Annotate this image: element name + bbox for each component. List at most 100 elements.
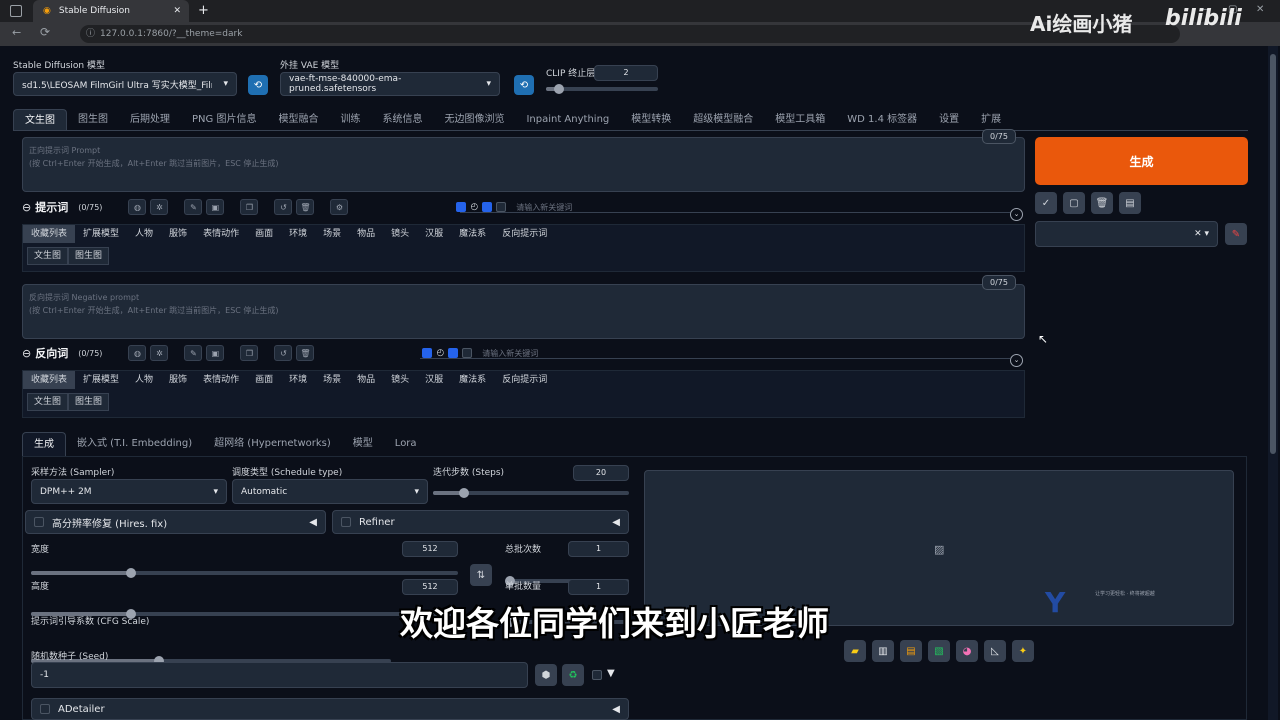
category-tab[interactable]: 表情动作	[195, 371, 247, 389]
main-tab[interactable]: 模型工具箱	[764, 109, 836, 131]
styles-select[interactable]: ✕ ▾	[1035, 221, 1218, 247]
send-to-img2img-icon[interactable]: ▧	[928, 640, 950, 662]
category-tab[interactable]: 扩展模型	[75, 225, 127, 243]
main-tab[interactable]: 无边图像浏览	[433, 109, 515, 131]
seed-input[interactable]: -1	[31, 662, 528, 688]
history-icon[interactable]: ↺	[274, 199, 293, 215]
trash-icon[interactable]: 🗑	[1091, 192, 1113, 214]
clip-slider-thumb[interactable]	[554, 84, 564, 94]
edit-icon[interactable]: ✎	[184, 199, 203, 215]
main-tab[interactable]: 超级模型融合	[682, 109, 764, 131]
option-checkbox-2[interactable]	[496, 202, 507, 212]
brush-icon[interactable]: ✎	[1225, 223, 1247, 245]
check-icon[interactable]: ✓	[1035, 192, 1057, 214]
main-tab[interactable]: 模型转换	[620, 109, 682, 131]
extra-seed-checkbox[interactable]	[592, 670, 602, 680]
main-tab[interactable]: WD 1.4 标签器	[836, 109, 928, 131]
generation-tab[interactable]: 生成	[22, 431, 66, 457]
expand-icon[interactable]: ⌄	[1010, 354, 1023, 367]
collapse-icon[interactable]: ⊖	[22, 201, 31, 214]
category-tab[interactable]: 环境	[281, 225, 315, 243]
vae-select[interactable]: vae-ft-mse-840000-ema-pruned.safetensors…	[280, 72, 500, 96]
tab-menu-icon[interactable]	[10, 5, 22, 17]
clip-input[interactable]: 2	[594, 65, 658, 81]
category-tab[interactable]: 场景	[315, 225, 349, 243]
enable-checkbox[interactable]	[422, 348, 433, 358]
category-tab[interactable]: 物品	[349, 371, 383, 389]
category-tab[interactable]: 物品	[349, 225, 383, 243]
category-tab[interactable]: 汉服	[417, 371, 451, 389]
keyword-input[interactable]: 请输入新关键词	[482, 348, 538, 359]
main-tab[interactable]: 模型融合	[267, 109, 329, 131]
category-tab[interactable]: 服饰	[161, 225, 195, 243]
collapse-arrow-icon[interactable]: ◀	[612, 517, 620, 528]
collapse-arrow-icon[interactable]: ◀	[309, 517, 317, 528]
generation-tab[interactable]: 嵌入式 (T.I. Embedding)	[66, 432, 203, 456]
adetailer-checkbox[interactable]	[40, 704, 50, 714]
edit-icon[interactable]: ✎	[184, 345, 203, 361]
main-tab[interactable]: 系统信息	[371, 109, 433, 131]
width-slider-thumb[interactable]	[126, 568, 136, 578]
clock-icon[interactable]: ◴	[470, 202, 478, 212]
clip-slider[interactable]	[546, 84, 658, 94]
refresh-model-button[interactable]: ⟲	[248, 75, 268, 95]
model-select[interactable]: sd1.5\LEOSAM FilmGirl Ultra 写实大模型_FilmG …	[13, 72, 237, 96]
swap-dimensions-button[interactable]: ⇅	[470, 564, 492, 586]
trash-icon[interactable]: 🗑	[296, 199, 315, 215]
clipboard-icon[interactable]: ▢	[1063, 192, 1085, 214]
subtab[interactable]: 文生图	[27, 393, 69, 411]
generation-tab[interactable]: Lora	[384, 432, 428, 456]
generate-button[interactable]: 生成	[1035, 137, 1248, 185]
translate-icon[interactable]: ◍	[128, 199, 147, 215]
copy-icon[interactable]: ❐	[240, 345, 259, 361]
option-checkbox-2[interactable]	[462, 348, 473, 358]
clear-icon[interactable]: ✕ ▾	[1194, 229, 1209, 239]
gear-icon[interactable]: ⚙	[330, 199, 349, 215]
reload-icon[interactable]: ⟳	[40, 25, 50, 39]
extra-seed-arrow-icon[interactable]: ▼	[607, 668, 615, 679]
save-icon[interactable]: ▣	[206, 345, 225, 361]
height-input[interactable]: 512	[402, 579, 458, 595]
clock-icon[interactable]: ◴	[436, 348, 444, 358]
back-icon[interactable]: ←	[12, 26, 21, 39]
keyword-input[interactable]: 请输入新关键词	[516, 202, 572, 213]
category-tab[interactable]: 人物	[127, 371, 161, 389]
category-tab[interactable]: 扩展模型	[75, 371, 127, 389]
settings-icon[interactable]: ✲	[150, 199, 169, 215]
category-tab[interactable]: 人物	[127, 225, 161, 243]
refresh-vae-button[interactable]: ⟲	[514, 75, 534, 95]
hires-checkbox[interactable]	[34, 517, 44, 527]
category-tab[interactable]: 镜头	[383, 371, 417, 389]
category-tab[interactable]: 收藏列表	[23, 225, 76, 243]
site-info-icon[interactable]: ⓘ	[86, 25, 95, 43]
send-to-extras-icon[interactable]: ◺	[984, 640, 1006, 662]
history-icon[interactable]: ↺	[274, 345, 293, 361]
batch-size-input[interactable]: 1	[568, 579, 629, 595]
option-checkbox[interactable]	[482, 202, 493, 212]
main-tab[interactable]: 图生图	[67, 109, 119, 131]
trash-icon[interactable]: 🗑	[296, 345, 315, 361]
generation-tab[interactable]: 超网络 (Hypernetworks)	[203, 432, 342, 456]
send-to-inpaint-icon[interactable]: ◕	[956, 640, 978, 662]
folder-icon[interactable]: ▰	[844, 640, 866, 662]
category-tab[interactable]: 表情动作	[195, 225, 247, 243]
close-tab-icon[interactable]: ✕	[173, 6, 181, 16]
collapse-icon[interactable]: ⊖	[22, 347, 31, 360]
steps-slider-thumb[interactable]	[459, 488, 469, 498]
category-tab[interactable]: 收藏列表	[23, 371, 76, 389]
steps-slider[interactable]	[433, 488, 629, 498]
category-tab[interactable]: 反向提示词	[494, 225, 555, 243]
category-tab[interactable]: 服饰	[161, 371, 195, 389]
width-slider[interactable]	[31, 568, 458, 578]
main-tab[interactable]: 训练	[329, 109, 371, 131]
category-tab[interactable]: 魔法系	[451, 225, 494, 243]
settings-icon[interactable]: ✲	[150, 345, 169, 361]
sampler-select[interactable]: DPM++ 2M ▾	[31, 479, 227, 504]
copy-icon[interactable]: ❐	[240, 199, 259, 215]
schedule-select[interactable]: Automatic ▾	[232, 479, 428, 504]
save-icon[interactable]: ▥	[872, 640, 894, 662]
category-tab[interactable]: 魔法系	[451, 371, 494, 389]
category-tab[interactable]: 画面	[247, 225, 281, 243]
generation-tab[interactable]: 模型	[342, 432, 384, 456]
enable-checkbox[interactable]	[456, 202, 467, 212]
